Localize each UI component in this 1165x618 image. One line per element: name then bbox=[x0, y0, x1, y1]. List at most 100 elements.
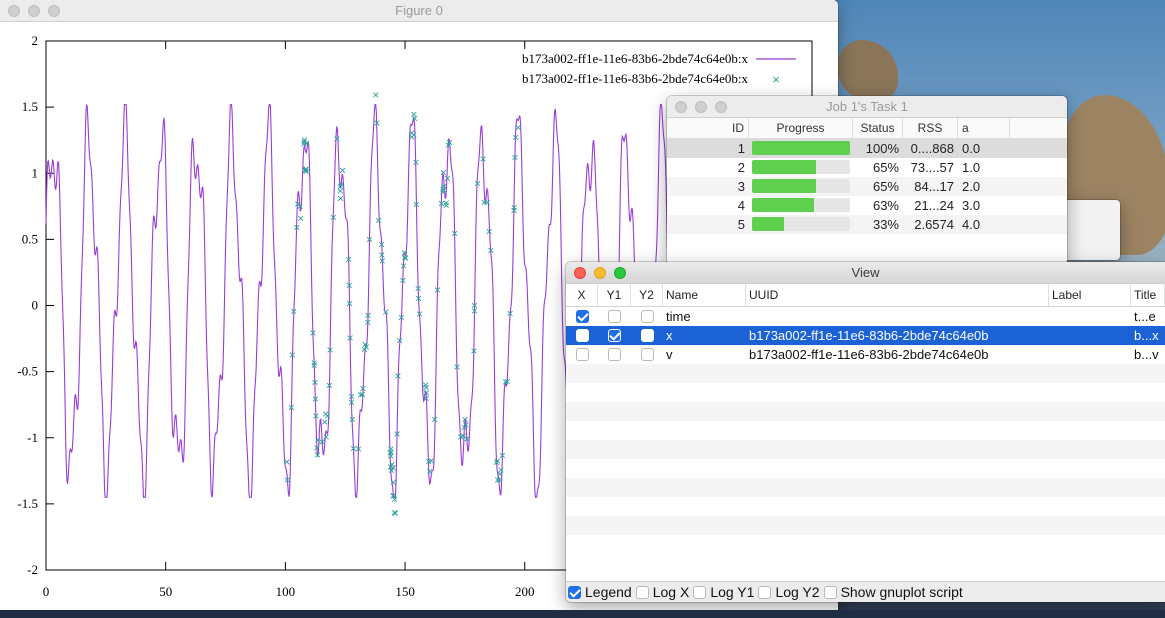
view-row[interactable]: v b173a002-ff1e-11e6-83b6-2bde74c64e0b b..… bbox=[566, 345, 1165, 364]
job-rss: 2.6574 bbox=[914, 217, 954, 232]
minimize-button[interactable] bbox=[28, 5, 40, 17]
variable-label[interactable] bbox=[1049, 307, 1131, 326]
close-button[interactable] bbox=[675, 101, 687, 113]
data-point: × bbox=[312, 409, 319, 423]
job-rss: 0....868 bbox=[910, 141, 954, 156]
logy2-checkbox[interactable] bbox=[758, 585, 772, 599]
legend-toggle[interactable]: Legend bbox=[568, 584, 632, 600]
show-script-toggle[interactable]: Show gnuplot script bbox=[823, 584, 963, 600]
variable-uuid: b173a002-ff1e-11e6-83b6-2bde74c64e0b bbox=[749, 328, 989, 343]
job-a: 2.0 bbox=[962, 179, 981, 194]
y1-checkbox[interactable] bbox=[608, 348, 621, 362]
logx-checkbox[interactable] bbox=[635, 585, 649, 599]
data-point: × bbox=[431, 413, 438, 427]
job-row[interactable]: 2 65% 73....57 1.0 bbox=[667, 158, 1067, 177]
column-header-y1[interactable]: Y1 bbox=[598, 284, 631, 306]
data-point: × bbox=[289, 348, 296, 362]
figure-title: Figure 0 bbox=[395, 3, 443, 18]
data-point: × bbox=[288, 401, 295, 415]
job-rss: 84...17 bbox=[914, 179, 954, 194]
column-header-a[interactable]: a bbox=[958, 118, 1010, 138]
data-point: × bbox=[387, 445, 394, 459]
x-checkbox[interactable] bbox=[575, 310, 589, 324]
job-rss: 73....57 bbox=[910, 160, 954, 175]
job-row[interactable]: 4 63% 21...24 3.0 bbox=[667, 196, 1067, 215]
column-header-title[interactable]: Title bbox=[1131, 284, 1165, 306]
y1-checkbox[interactable] bbox=[608, 310, 621, 324]
column-header-x[interactable]: X bbox=[566, 284, 598, 306]
minimize-button[interactable] bbox=[695, 101, 707, 113]
view-row bbox=[566, 383, 1165, 402]
column-header-label[interactable]: Label bbox=[1049, 284, 1131, 306]
close-button[interactable] bbox=[8, 5, 20, 17]
close-button[interactable] bbox=[574, 267, 586, 279]
column-header-uuid[interactable]: UUID bbox=[746, 284, 1049, 306]
zoom-button[interactable] bbox=[48, 5, 60, 17]
y2-checkbox[interactable] bbox=[640, 348, 654, 362]
job-id: 2 bbox=[737, 160, 745, 175]
progress-bar-fill bbox=[752, 198, 814, 212]
legend-toggle-label: Legend bbox=[585, 584, 632, 600]
data-point: × bbox=[290, 304, 297, 318]
legend-point-sample: × bbox=[772, 72, 780, 87]
logy1-toggle[interactable]: Log Y1 bbox=[693, 584, 754, 600]
column-header-y2[interactable]: Y2 bbox=[631, 284, 663, 306]
x-cell bbox=[566, 345, 598, 364]
data-point: × bbox=[390, 475, 397, 489]
legend-checkbox[interactable] bbox=[568, 585, 581, 599]
job-titlebar: Job 1's Task 1 bbox=[667, 96, 1067, 118]
data-point: × bbox=[303, 164, 310, 178]
variable-label[interactable] bbox=[1049, 326, 1131, 345]
data-point: × bbox=[312, 375, 319, 389]
progress-bar-fill bbox=[752, 160, 816, 174]
view-row[interactable]: time t...e bbox=[566, 307, 1165, 326]
x-checkbox[interactable] bbox=[575, 329, 589, 343]
logy2-toggle[interactable]: Log Y2 bbox=[758, 584, 820, 600]
data-point: × bbox=[284, 455, 291, 469]
logy1-checkbox[interactable] bbox=[693, 585, 707, 599]
x-checkbox[interactable] bbox=[575, 348, 589, 362]
job-row[interactable]: 3 65% 84...17 2.0 bbox=[667, 177, 1067, 196]
data-point: × bbox=[412, 155, 419, 169]
job-row[interactable]: 5 33% 2.6574 4.0 bbox=[667, 215, 1067, 234]
variable-label[interactable] bbox=[1049, 345, 1131, 364]
column-header-status[interactable]: Status bbox=[853, 118, 903, 138]
job-status: 100% bbox=[865, 141, 899, 156]
job-row[interactable]: 1 100% 0....868 0.0 bbox=[667, 139, 1067, 158]
variable-uuid bbox=[746, 307, 1049, 326]
column-header-name[interactable]: Name bbox=[663, 284, 746, 306]
data-point: × bbox=[390, 489, 397, 503]
legend-entry-line: b173a002-ff1e-11e6-83b6-2bde74c64e0b:x bbox=[522, 51, 748, 66]
y2-checkbox[interactable] bbox=[640, 310, 654, 324]
minimize-button[interactable] bbox=[594, 267, 606, 279]
show-script-checkbox[interactable] bbox=[823, 585, 837, 599]
data-point: × bbox=[462, 418, 469, 432]
view-window: View X Y1 Y2 Name UUID Label Title time t… bbox=[566, 262, 1165, 602]
job-a: 0.0 bbox=[962, 141, 981, 156]
data-point: × bbox=[416, 307, 423, 321]
column-header-rss[interactable]: RSS bbox=[903, 118, 958, 138]
data-point: × bbox=[428, 454, 435, 468]
progress-bar bbox=[752, 141, 850, 155]
variable-uuid: b173a002-ff1e-11e6-83b6-2bde74c64e0b bbox=[749, 347, 989, 362]
y2-checkbox[interactable] bbox=[640, 329, 654, 343]
progress-bar bbox=[752, 217, 850, 231]
data-point: × bbox=[348, 396, 355, 410]
view-row bbox=[566, 402, 1165, 421]
logy2-toggle-label: Log Y2 bbox=[775, 584, 820, 600]
y2-cell bbox=[631, 326, 663, 345]
data-point: × bbox=[382, 305, 389, 319]
progress-bar bbox=[752, 160, 850, 174]
column-header-id[interactable]: ID bbox=[667, 118, 749, 138]
column-header-progress[interactable]: Progress bbox=[749, 118, 853, 138]
view-row[interactable]: x b173a002-ff1e-11e6-83b6-2bde74c64e0b b..… bbox=[566, 326, 1165, 345]
data-point: × bbox=[359, 388, 366, 402]
job-title: Job 1's Task 1 bbox=[826, 99, 908, 114]
logx-toggle[interactable]: Log X bbox=[635, 584, 689, 600]
zoom-button[interactable] bbox=[614, 267, 626, 279]
job-id: 4 bbox=[737, 198, 745, 213]
y1-checkbox[interactable] bbox=[608, 329, 621, 343]
data-point: × bbox=[346, 278, 353, 292]
progress-bar-fill bbox=[752, 179, 816, 193]
zoom-button[interactable] bbox=[715, 101, 727, 113]
